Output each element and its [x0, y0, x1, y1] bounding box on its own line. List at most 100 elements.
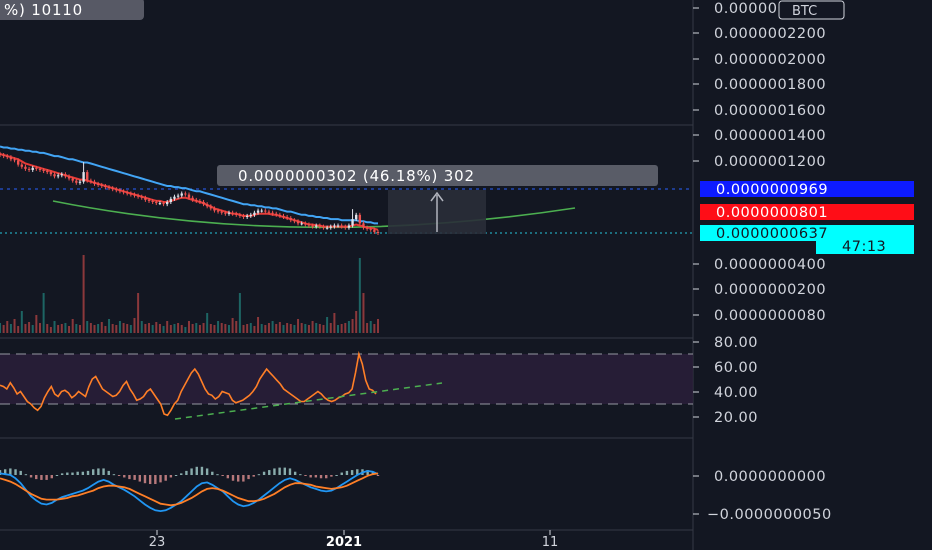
candle-body — [322, 226, 325, 228]
price-panel — [0, 145, 693, 235]
volume-bar — [137, 293, 140, 333]
candle-body — [147, 199, 151, 201]
candle-body — [56, 175, 60, 177]
volume-bar — [249, 323, 252, 333]
volume-bar — [60, 324, 63, 333]
candle-body — [293, 220, 296, 222]
macd-histogram-bar — [19, 470, 22, 475]
volume-bar — [68, 326, 71, 333]
measure-tool[interactable]: 0.0000000302 (46.18%) 302 — [217, 165, 658, 234]
macd-histogram-bar — [185, 470, 188, 475]
candle-body — [151, 200, 154, 203]
macd-histogram-bar — [174, 475, 178, 476]
candle-body — [75, 180, 78, 183]
volume-bar — [144, 324, 147, 333]
price-tick-label: 0.0000001200 — [714, 154, 826, 170]
volume-bar — [337, 325, 340, 333]
volume-bar — [227, 325, 230, 333]
candle-body — [20, 164, 24, 167]
volume-bar — [289, 324, 292, 333]
price-axis[interactable]: 0.00000024000.00000022000.00000020000.00… — [693, 1, 914, 324]
candle-body — [282, 215, 285, 217]
candle-body — [71, 178, 74, 181]
macd-histogram-bar — [195, 466, 198, 475]
volume-bar — [329, 323, 332, 333]
candle-body — [96, 183, 100, 185]
macd-histogram-bar — [314, 475, 318, 478]
volume-bars — [0, 255, 379, 333]
candle-body — [93, 181, 96, 184]
macd-histogram-bar — [231, 475, 235, 481]
candle-body — [104, 185, 107, 188]
price-tag: 0.0000000969 — [700, 181, 914, 198]
macd-tick-label: −0.0000000050 — [707, 507, 832, 523]
macd-histogram-bar — [304, 475, 307, 476]
macd-histogram-bar — [169, 475, 173, 478]
rsi-axis[interactable]: 80.00 60.00 40.00 20.00 — [693, 335, 758, 426]
candle-body — [344, 226, 347, 228]
macd-histogram-bar — [330, 475, 333, 477]
macd-histogram-bar — [236, 475, 240, 482]
candle-body — [173, 196, 176, 199]
candle-body — [333, 225, 336, 227]
macd-axis[interactable]: 0.0000000000 −0.0000000050 — [693, 469, 832, 523]
macd-histogram-bar — [143, 475, 147, 484]
macd-histogram-bar — [29, 475, 33, 478]
candle-body — [107, 187, 111, 189]
candle-body — [256, 210, 260, 213]
candle-body — [122, 191, 125, 193]
macd-histogram-bar — [55, 475, 59, 476]
volume-bar — [9, 324, 12, 333]
rsi-band — [0, 354, 693, 404]
currency-badge[interactable]: BTC — [778, 0, 845, 20]
candle-body — [235, 213, 238, 215]
candle-body — [354, 214, 358, 220]
candle-body — [238, 214, 242, 216]
candle-body — [260, 210, 263, 212]
volume-bar — [253, 326, 256, 333]
top-info-box: %) 10110 — [0, 0, 144, 20]
volume-bar — [155, 322, 158, 333]
volume-bar — [126, 324, 129, 333]
volume-bar — [6, 321, 9, 333]
volume-bar — [246, 324, 249, 333]
macd-histogram-bar — [257, 474, 261, 476]
candle-body — [209, 206, 213, 209]
volume-bar — [75, 324, 78, 333]
volume-bar — [198, 325, 201, 333]
macd-histogram-bar — [92, 469, 95, 475]
macd-panel — [0, 466, 380, 513]
candle-body — [140, 196, 143, 198]
volume-bar — [293, 325, 296, 333]
volume-bar — [340, 324, 343, 333]
candle-body — [184, 193, 187, 195]
volume-bar — [351, 319, 354, 333]
macd-histogram-bar — [299, 474, 302, 476]
candle-body — [144, 197, 147, 200]
volume-bar — [118, 321, 121, 333]
volume-bar — [322, 325, 325, 333]
volume-bar — [358, 258, 361, 333]
macd-histogram-bar — [293, 471, 297, 475]
top-info-text: %) 10110 — [4, 1, 83, 19]
candle-body — [24, 166, 27, 169]
volume-bar — [38, 323, 41, 333]
candle-body — [136, 195, 140, 197]
candle-body — [275, 213, 278, 215]
candle-body — [6, 156, 9, 158]
candle-body — [362, 223, 365, 228]
volume-bar — [78, 325, 81, 333]
volume-bar — [307, 325, 310, 333]
volume-bar — [209, 324, 212, 333]
time-axis[interactable]: 23 2021 11 — [149, 530, 559, 550]
candle-body — [27, 168, 31, 170]
candle-body — [31, 167, 34, 170]
volume-bar — [28, 322, 31, 333]
candle-body — [307, 224, 311, 226]
volume-bar — [111, 324, 114, 333]
candle-body — [336, 225, 340, 227]
price-chart[interactable]: %) 10110 0.0000000302 (46.18%) 302 0.000… — [0, 0, 932, 550]
volume-bar — [20, 311, 23, 333]
currency-label: BTC — [792, 4, 817, 19]
rsi-tick-label: 20.00 — [714, 410, 758, 426]
